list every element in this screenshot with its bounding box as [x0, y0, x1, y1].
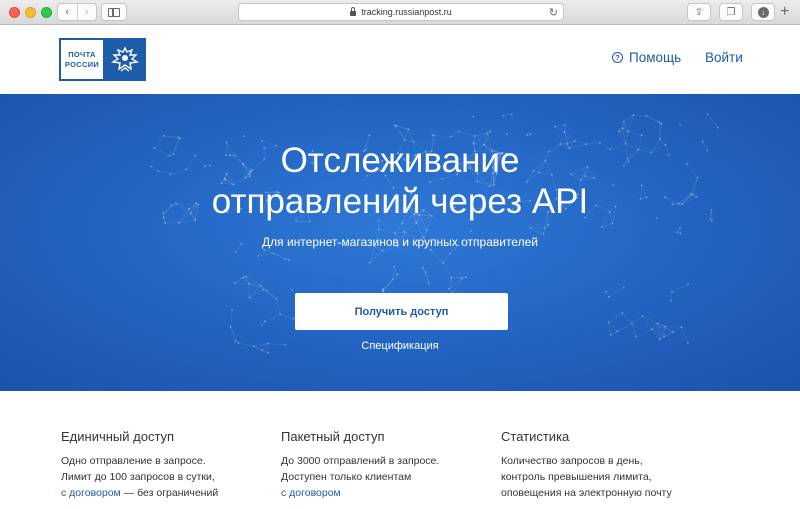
tabs-overview-button[interactable]: ❐: [719, 3, 743, 21]
feature-description: Количество запросов в день, контроль пре…: [501, 453, 672, 501]
forward-button[interactable]: ›: [76, 4, 97, 20]
question-icon: ?: [612, 52, 623, 63]
share-button[interactable]: ⇪: [687, 3, 711, 21]
new-tab-button[interactable]: +: [780, 3, 789, 21]
feature-single-access: Единичный доступ Одно отправление в запр…: [61, 429, 218, 501]
logo-line-1: ПОЧТА: [68, 49, 96, 59]
hero-subtitle: Для интернет-магазинов и крупных отправи…: [262, 235, 538, 249]
hero-title-line-1: Отслеживание: [280, 141, 520, 180]
contract-link[interactable]: с договором: [61, 487, 121, 499]
feature-text: До 3000 отправлений в запросе.: [281, 455, 440, 467]
tabs-icon: ❐: [726, 6, 736, 18]
chevron-right-icon: ›: [84, 6, 89, 18]
feature-description: Одно отправление в запросе. Лимит до 100…: [61, 453, 218, 501]
feature-title: Единичный доступ: [61, 429, 175, 444]
specification-link-text[interactable]: Спецификация: [361, 340, 438, 352]
feature-text: Доступен только клиентам: [281, 471, 412, 483]
reload-icon[interactable]: ↻: [549, 6, 558, 19]
address-url: tracking.russianpost.ru: [361, 7, 452, 17]
contract-link[interactable]: с договором: [281, 487, 341, 499]
zoom-window-button[interactable]: [41, 7, 52, 18]
feature-text: Лимит до 100 запросов в сутки,: [61, 471, 215, 483]
login-link[interactable]: Войти: [705, 50, 743, 65]
feature-title: Статистика: [501, 429, 570, 444]
feature-text: контроль превышения лимита,: [501, 471, 652, 483]
sidebar-icon: [108, 7, 120, 17]
feature-description: До 3000 отправлений в запросе. Доступен …: [281, 453, 439, 501]
hero-title: Отслеживание отправлений через API: [0, 140, 800, 222]
eagle-emblem-icon: [103, 38, 146, 81]
back-button[interactable]: ‹: [58, 4, 77, 20]
address-bar[interactable]: tracking.russianpost.ru ↻: [238, 3, 564, 21]
get-access-button[interactable]: Получить доступ: [295, 293, 508, 330]
feature-text: Количество запросов в день,: [501, 455, 643, 467]
downloads-button[interactable]: ↓: [751, 3, 775, 21]
specification-link: Спецификация: [0, 340, 800, 352]
feature-text: — без ограничений: [120, 487, 219, 499]
sidebar-toggle-button[interactable]: [101, 3, 127, 21]
feature-statistics: Статистика Количество запросов в день, к…: [501, 429, 672, 501]
feature-title: Пакетный доступ: [281, 429, 385, 444]
help-label: Помощь: [629, 50, 682, 65]
close-window-button[interactable]: [9, 7, 20, 18]
navigation-buttons: ‹ ›: [57, 3, 97, 21]
minimize-window-button[interactable]: [25, 7, 36, 18]
feature-batch-access: Пакетный доступ До 3000 отправлений в за…: [281, 429, 439, 501]
features-section: Единичный доступ Одно отправление в запр…: [0, 391, 800, 509]
download-icon: ↓: [757, 6, 769, 18]
share-icon: ⇪: [694, 6, 704, 18]
hero-title-line-2: отправлений через API: [211, 182, 589, 221]
feature-text: оповещения на электронную почту: [501, 487, 672, 499]
feature-text: Одно отправление в запросе.: [61, 455, 206, 467]
browser-toolbar: ‹ › tracking.russianpost.ru ↻ ⇪ ❐ ↓ +: [0, 0, 800, 25]
help-link[interactable]: ? Помощь: [612, 50, 681, 65]
chevron-left-icon: ‹: [65, 6, 70, 18]
lock-icon: [350, 6, 357, 16]
site-header: ПОЧТА РОССИИ ? Помощь Войти: [0, 25, 800, 94]
hero-banner: Отслеживание отправлений через API Для и…: [0, 94, 800, 391]
russian-post-logo[interactable]: ПОЧТА РОССИИ: [59, 38, 146, 81]
logo-line-2: РОССИИ: [64, 59, 100, 69]
logo-wordmark: ПОЧТА РОССИИ: [59, 38, 103, 81]
